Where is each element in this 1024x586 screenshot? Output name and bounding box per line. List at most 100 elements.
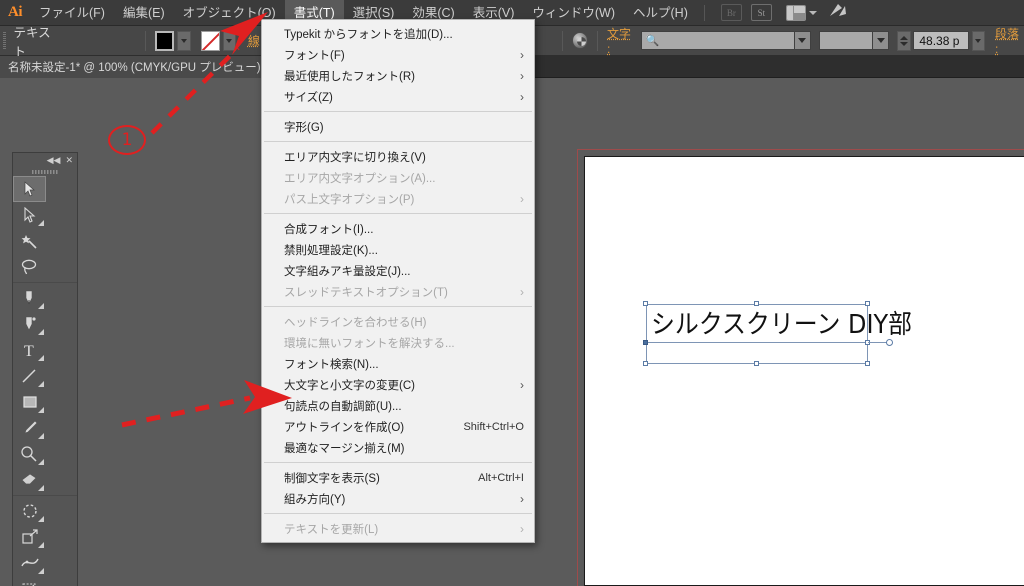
menu-edit[interactable]: 編集(E) bbox=[114, 0, 174, 26]
fill-dropdown-caret-icon[interactable] bbox=[177, 30, 191, 51]
pen-tool[interactable] bbox=[13, 285, 46, 311]
bridge-icon[interactable]: Br bbox=[720, 4, 742, 21]
svg-text:T: T bbox=[24, 343, 34, 358]
control-bar-grip[interactable] bbox=[0, 26, 8, 56]
tools-panel[interactable]: ◀◀ ✕ T bbox=[12, 152, 78, 586]
tool-flyout-indicator-icon bbox=[38, 355, 44, 361]
handle-bottom-right[interactable] bbox=[865, 361, 870, 366]
stroke-swatch[interactable] bbox=[200, 30, 220, 51]
menu-item-update-text: テキストを更新(L) › bbox=[262, 518, 534, 539]
scale-tool[interactable] bbox=[13, 524, 46, 550]
font-size-caret-icon[interactable] bbox=[971, 30, 986, 51]
menu-item-type-orientation[interactable]: 組み方向(Y) › bbox=[262, 488, 534, 509]
menu-item-glyphs[interactable]: 字形(G) bbox=[262, 116, 534, 137]
menu-separator-2 bbox=[264, 141, 532, 142]
menu-item-label: Typekit からフォントを追加(D)... bbox=[284, 28, 453, 41]
handle-middle-left[interactable] bbox=[643, 340, 648, 345]
font-size-field[interactable]: 48.38 p bbox=[913, 31, 969, 50]
menu-item-label: 環境に無いフォントを解決する... bbox=[284, 337, 455, 350]
document-tab-title: 名称未設定-1* @ 100% (CMYK/GPU プレビュー) bbox=[8, 62, 261, 74]
tool-divider-1 bbox=[13, 282, 77, 283]
font-size-stepper[interactable] bbox=[897, 30, 912, 51]
shaper-tool[interactable] bbox=[13, 441, 46, 467]
workspace-switcher-icon[interactable] bbox=[785, 4, 806, 21]
collapse-icon[interactable]: ◀◀ bbox=[47, 155, 61, 166]
line-segment-tool[interactable] bbox=[13, 363, 46, 389]
close-panel-icon[interactable]: ✕ bbox=[65, 155, 73, 166]
stock-icon[interactable]: St bbox=[750, 4, 772, 21]
lasso-tool[interactable] bbox=[13, 254, 46, 280]
eraser-tool[interactable] bbox=[13, 467, 46, 493]
opacity-icon[interactable] bbox=[571, 32, 589, 49]
direct-selection-tool[interactable] bbox=[13, 202, 46, 228]
text-object-content: シルクスクリーン DIY部 bbox=[651, 310, 913, 340]
tool-flyout-indicator-icon bbox=[38, 433, 44, 439]
chevron-down-icon[interactable] bbox=[808, 10, 817, 15]
menu-help[interactable]: ヘルプ(H) bbox=[624, 0, 697, 26]
menu-window[interactable]: ウィンドウ(W) bbox=[523, 0, 624, 26]
menu-item-recent-fonts[interactable]: 最近使用したフォント(R) › bbox=[262, 65, 534, 86]
font-family-select[interactable]: 🔍 bbox=[640, 31, 811, 50]
rectangle-tool[interactable] bbox=[13, 389, 46, 415]
submenu-arrow-icon: › bbox=[520, 377, 524, 392]
menu-item-threaded-text: スレッドテキストオプション(T) › bbox=[262, 281, 534, 302]
type-menu-dropdown[interactable]: Typekit からフォントを追加(D)... フォント(F) › 最近使用した… bbox=[261, 19, 535, 543]
curvature-tool[interactable] bbox=[13, 311, 46, 337]
tools-panel-grip[interactable] bbox=[13, 167, 77, 176]
document-tab[interactable]: 名称未設定-1* @ 100% (CMYK/GPU プレビュー) × bbox=[0, 56, 287, 78]
menu-item-add-fonts-typekit[interactable]: Typekit からフォントを追加(D)... bbox=[262, 23, 534, 44]
active-tool-label: テキスト bbox=[13, 25, 51, 59]
handle-top-right[interactable] bbox=[865, 301, 870, 306]
free-transform-tool[interactable] bbox=[13, 576, 46, 586]
submenu-arrow-icon: › bbox=[520, 491, 524, 506]
menu-item-kinsoku-settings[interactable]: 禁則処理設定(K)... bbox=[262, 239, 534, 260]
search-icon: 🔍 bbox=[645, 35, 660, 47]
menu-item-label: 最適なマージン揃え(M) bbox=[284, 442, 405, 455]
handle-bottom-center[interactable] bbox=[754, 361, 759, 366]
selection-tool[interactable] bbox=[13, 176, 46, 202]
menu-item-smart-punctuation[interactable]: 句読点の自動調節(U)... bbox=[262, 395, 534, 416]
rotate-tool[interactable] bbox=[13, 498, 46, 524]
font-style-select[interactable] bbox=[818, 31, 890, 50]
text-out-port[interactable] bbox=[886, 339, 893, 346]
menu-item-label: パス上文字オプション(P) bbox=[284, 193, 415, 206]
menu-item-size[interactable]: サイズ(Z) › bbox=[262, 86, 534, 107]
magic-wand-tool[interactable] bbox=[13, 228, 46, 254]
submenu-arrow-icon: › bbox=[520, 191, 524, 206]
menu-item-label: ヘッドラインを合わせる(H) bbox=[284, 316, 427, 329]
artboard[interactable] bbox=[584, 156, 1024, 586]
menu-item-shortcut: Alt+Ctrl+I bbox=[478, 471, 524, 484]
menu-item-font[interactable]: フォント(F) › bbox=[262, 44, 534, 65]
stroke-dropdown-caret-icon[interactable] bbox=[222, 30, 236, 51]
text-object[interactable]: シルクスクリーン DIY部 bbox=[643, 301, 913, 366]
menu-item-optical-margin-alignment[interactable]: 最適なマージン揃え(M) bbox=[262, 437, 534, 458]
fill-swatch[interactable] bbox=[155, 30, 175, 51]
menu-item-show-hidden-characters[interactable]: 制御文字を表示(S) Alt+Ctrl+I bbox=[262, 467, 534, 488]
tool-flyout-indicator-icon bbox=[38, 568, 44, 574]
font-family-caret-icon[interactable] bbox=[793, 32, 810, 49]
menu-item-find-font[interactable]: フォント検索(N)... bbox=[262, 353, 534, 374]
menu-item-label: フォント検索(N)... bbox=[284, 358, 379, 371]
menu-item-label: フォント(F) bbox=[284, 49, 345, 62]
width-tool[interactable] bbox=[13, 550, 46, 576]
submenu-arrow-icon: › bbox=[520, 47, 524, 62]
font-style-caret-icon[interactable] bbox=[872, 32, 889, 49]
handle-top-center[interactable] bbox=[754, 301, 759, 306]
menu-item-label: 字形(G) bbox=[284, 121, 324, 134]
control-divider-2 bbox=[561, 30, 563, 51]
type-tool[interactable]: T bbox=[13, 337, 46, 363]
menu-item-label: エリア内文字に切り換え(V) bbox=[284, 151, 426, 164]
menu-item-change-case[interactable]: 大文字と小文字の変更(C) › bbox=[262, 374, 534, 395]
menu-item-label: 最近使用したフォント(R) bbox=[284, 70, 415, 83]
paintbrush-tool[interactable] bbox=[13, 415, 46, 441]
tool-flyout-indicator-icon bbox=[38, 407, 44, 413]
menu-item-composite-fonts[interactable]: 合成フォント(I)... bbox=[262, 218, 534, 239]
handle-top-left[interactable] bbox=[643, 301, 648, 306]
handle-bottom-left[interactable] bbox=[643, 361, 648, 366]
menu-item-create-outlines[interactable]: アウトラインを作成(O) Shift+Ctrl+O bbox=[262, 416, 534, 437]
menu-item-mojikumi-settings[interactable]: 文字組みアキ量設定(J)... bbox=[262, 260, 534, 281]
menu-item-label: 文字組みアキ量設定(J)... bbox=[284, 265, 411, 278]
menu-item-convert-to-area-type[interactable]: エリア内文字に切り換え(V) bbox=[262, 146, 534, 167]
rocket-icon[interactable] bbox=[829, 3, 847, 22]
submenu-arrow-icon: › bbox=[520, 89, 524, 104]
